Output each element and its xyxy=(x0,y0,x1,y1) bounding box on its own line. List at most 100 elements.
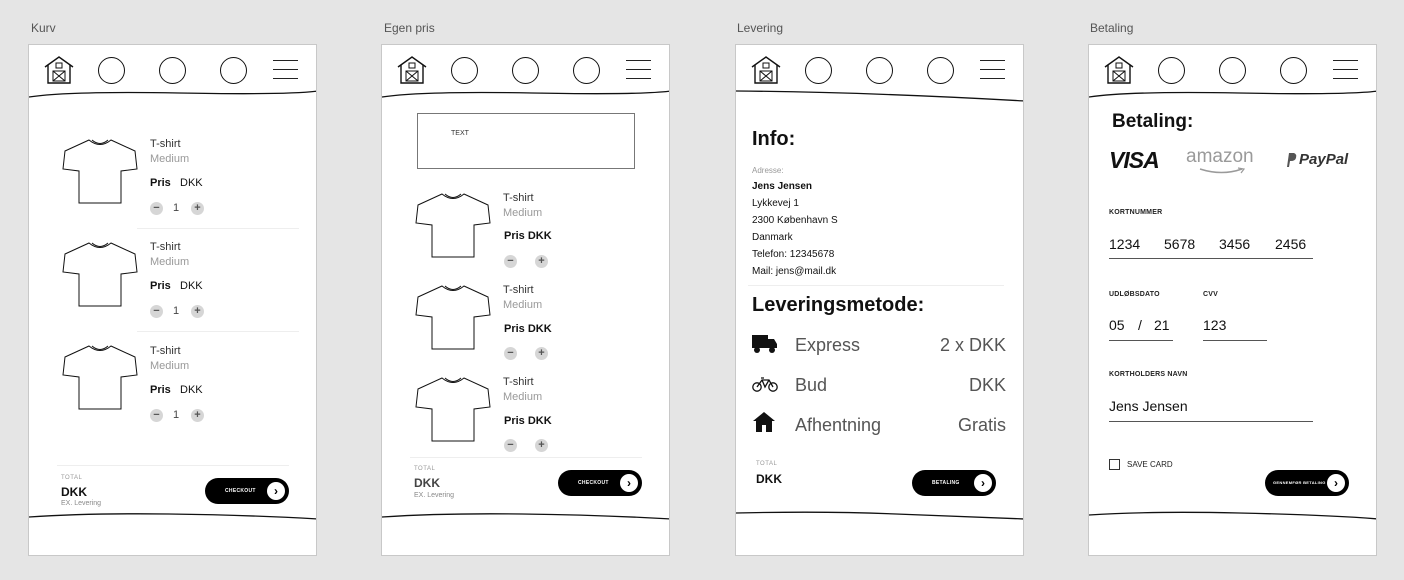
product-name: T-shirt xyxy=(150,241,181,253)
field-underline xyxy=(1203,340,1267,341)
product-size: Medium xyxy=(150,360,190,372)
product-name: T-shirt xyxy=(150,345,181,357)
total-divider xyxy=(57,465,289,466)
truck-icon xyxy=(752,335,777,353)
nav-circle-icon[interactable] xyxy=(805,57,832,84)
product-name: T-shirt xyxy=(503,192,534,204)
checkout-button[interactable]: CHECKOUT › xyxy=(205,478,289,504)
total-label: TOTAL xyxy=(414,466,436,472)
screen-betaling: Betaling: VISA amazon PayPal KORTNUMMER … xyxy=(1088,44,1377,556)
hamburger-menu-icon[interactable] xyxy=(1333,59,1358,81)
cardholder-label: KORTHOLDERS NAVN xyxy=(1109,371,1188,378)
method-label: Express xyxy=(795,335,861,355)
tshirt-icon xyxy=(415,377,491,442)
decrease-qty-button[interactable]: − xyxy=(504,255,517,268)
nav-circle-icon[interactable] xyxy=(1280,57,1307,84)
method-option-bud[interactable]: Bud DKK xyxy=(736,371,1023,401)
field-underline xyxy=(1109,421,1313,422)
decrease-qty-button[interactable]: − xyxy=(504,347,517,360)
increase-qty-button[interactable]: + xyxy=(535,347,548,360)
quantity-value: 1 xyxy=(173,202,180,214)
increase-qty-button[interactable]: + xyxy=(535,439,548,452)
mail-text: Mail: jens@mail.dk xyxy=(752,266,837,277)
hamburger-menu-icon[interactable] xyxy=(980,59,1005,81)
paypal-logo[interactable]: PayPal xyxy=(1285,151,1363,171)
custom-text-input[interactable]: TEXT xyxy=(417,113,635,169)
info-divider xyxy=(748,285,1004,286)
price-currency: DKK xyxy=(180,280,203,292)
tshirt-icon xyxy=(62,242,138,307)
expiry-field[interactable]: 05 / 21 xyxy=(1109,316,1173,340)
product-price: Pris DKK xyxy=(504,230,552,242)
betaling-button[interactable]: BETALING › xyxy=(912,470,996,496)
barn-logo-icon[interactable] xyxy=(1103,55,1135,85)
nav-circle-icon[interactable] xyxy=(927,57,954,84)
card-number-group: 2456 xyxy=(1275,236,1307,252)
paypal-icon xyxy=(1287,153,1297,167)
nav-circle-icon[interactable] xyxy=(1158,57,1185,84)
header-divider xyxy=(29,90,316,98)
product-size: Medium xyxy=(503,391,543,403)
method-label: Afhentning xyxy=(795,415,882,435)
footer-divider xyxy=(1089,511,1376,520)
total-label: TOTAL xyxy=(61,475,83,481)
product-name: T-shirt xyxy=(503,284,534,296)
decrease-qty-button[interactable]: − xyxy=(150,305,163,318)
increase-qty-button[interactable]: + xyxy=(191,202,204,215)
house-icon xyxy=(753,412,775,432)
expiry-separator: / xyxy=(1138,317,1142,333)
price-label: Pris xyxy=(150,384,171,396)
item-divider xyxy=(137,331,299,332)
cardholder-field[interactable]: Jens Jensen xyxy=(1109,398,1188,414)
nav-circle-icon[interactable] xyxy=(512,57,539,84)
increase-qty-button[interactable]: + xyxy=(191,409,204,422)
product-size: Medium xyxy=(150,256,190,268)
increase-qty-button[interactable]: + xyxy=(191,305,204,318)
nav-circle-icon[interactable] xyxy=(159,57,186,84)
paypal-wordmark: PayPal xyxy=(1299,151,1349,168)
cvv-field[interactable]: 123 xyxy=(1203,317,1226,333)
increase-qty-button[interactable]: + xyxy=(535,255,548,268)
visa-logo[interactable]: VISA xyxy=(1109,147,1160,174)
method-option-afhentning[interactable]: Afhentning Gratis xyxy=(736,411,1023,441)
frame-label-kurv: Kurv xyxy=(31,21,56,35)
footer-divider xyxy=(736,511,1023,520)
decrease-qty-button[interactable]: − xyxy=(150,202,163,215)
total-divider xyxy=(410,457,642,458)
price-currency: DKK xyxy=(180,384,203,396)
screen-levering: Info: Adresse: Jens Jensen Lykkevej 1 23… xyxy=(735,44,1024,556)
decrease-qty-button[interactable]: − xyxy=(504,439,517,452)
product-name: T-shirt xyxy=(150,138,181,150)
method-option-express[interactable]: Express 2 x DKK xyxy=(736,331,1023,361)
nav-circle-icon[interactable] xyxy=(98,57,125,84)
save-card-checkbox[interactable] xyxy=(1109,459,1120,470)
decrease-qty-button[interactable]: − xyxy=(150,409,163,422)
method-label: Bud xyxy=(795,375,828,395)
method-price: Gratis xyxy=(957,415,1006,435)
total-value: DKK xyxy=(61,485,87,499)
checkout-label: CHECKOUT xyxy=(578,480,609,486)
nav-circle-icon[interactable] xyxy=(451,57,478,84)
amazon-logo[interactable]: amazon xyxy=(1186,146,1266,176)
barn-logo-icon[interactable] xyxy=(396,55,428,85)
nav-circle-icon[interactable] xyxy=(1219,57,1246,84)
nav-circle-icon[interactable] xyxy=(220,57,247,84)
confirm-payment-button[interactable]: GENNEMFØR BETALING › xyxy=(1265,470,1349,496)
card-number-field[interactable]: 1234 5678 3456 2456 xyxy=(1109,235,1313,259)
nav-circle-icon[interactable] xyxy=(573,57,600,84)
header-divider xyxy=(1089,90,1376,98)
barn-logo-icon[interactable] xyxy=(750,55,782,85)
barn-logo-icon[interactable] xyxy=(43,55,75,85)
hamburger-menu-icon[interactable] xyxy=(626,59,651,81)
frame-label-betaling: Betaling xyxy=(1090,21,1134,35)
nav-circle-icon[interactable] xyxy=(866,57,893,84)
address-country: Danmark xyxy=(752,232,793,243)
checkout-button[interactable]: CHECKOUT › xyxy=(558,470,642,496)
hamburger-menu-icon[interactable] xyxy=(273,59,298,81)
total-label: TOTAL xyxy=(756,461,778,467)
expiry-label: UDLØBSDATO xyxy=(1109,291,1160,298)
customer-name: Jens Jensen xyxy=(752,181,813,192)
bicycle-icon xyxy=(752,377,778,392)
save-card-label: SAVE CARD xyxy=(1127,460,1173,469)
address-label: Adresse: xyxy=(752,166,784,175)
